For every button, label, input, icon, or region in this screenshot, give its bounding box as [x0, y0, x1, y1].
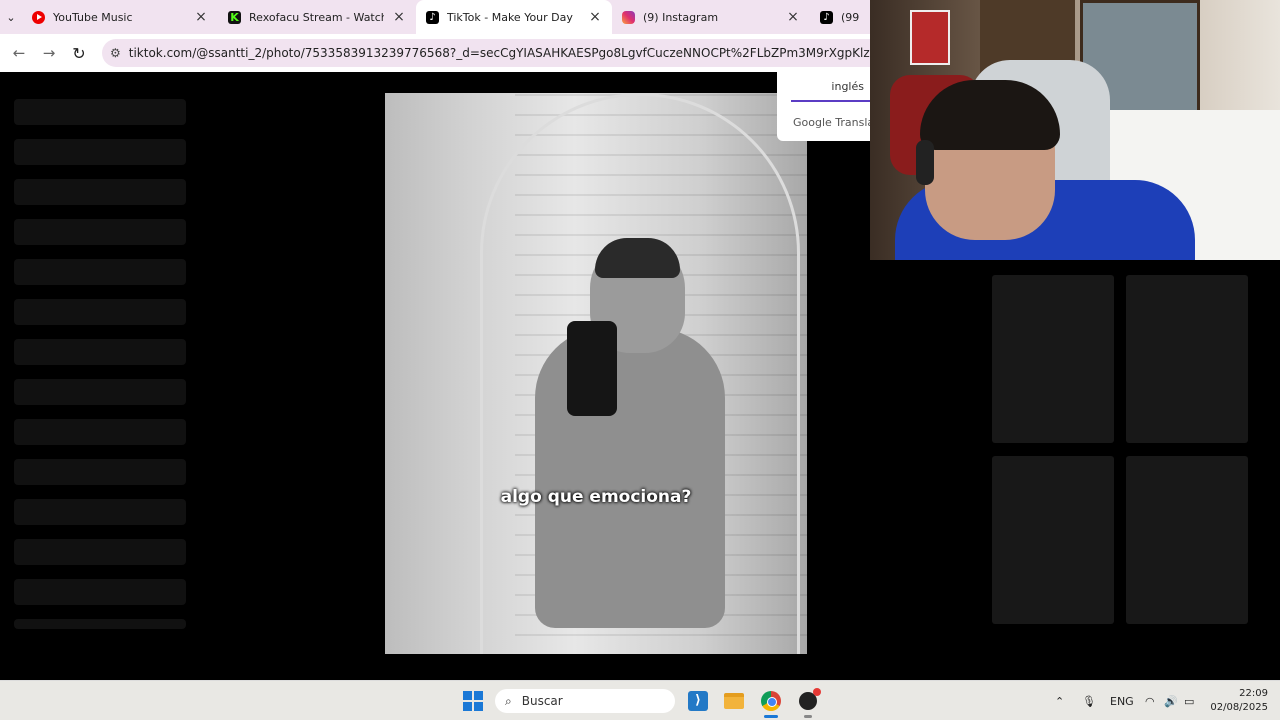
close-icon[interactable]: × — [392, 9, 406, 25]
sidebar-skeleton — [14, 379, 186, 405]
app-button[interactable] — [797, 688, 821, 713]
file-explorer-button[interactable] — [723, 689, 745, 713]
sidebar-skeleton — [14, 419, 186, 445]
tab-search-button[interactable]: ⌄ — [0, 0, 22, 34]
search-icon: ⌕ — [505, 693, 512, 708]
sidebar-skeleton — [14, 219, 186, 245]
close-icon[interactable]: × — [588, 9, 602, 25]
input-language[interactable]: ENG — [1110, 689, 1134, 713]
sidebar-skeleton — [14, 259, 186, 285]
taskbar-search[interactable]: ⌕ Buscar — [495, 689, 675, 713]
tab-title: YouTube Music — [53, 10, 133, 24]
browser-toolbar: ← → ↻ ⚙ tiktok.com/@ssantti_2/photo/7533… — [0, 34, 870, 72]
show-hidden-icons[interactable]: ⌃ — [1055, 689, 1064, 713]
sidebar-skeleton — [14, 619, 186, 629]
tab-instagram[interactable]: (9) Instagram × — [612, 0, 810, 34]
url-text: tiktok.com/@ssantti_2/photo/753358391323… — [128, 46, 870, 60]
kick-icon: K — [228, 10, 241, 24]
tab-tiktok-2[interactable]: ♪ (99 — [810, 0, 870, 34]
sidebar-skeleton — [14, 99, 186, 125]
wall-poster — [910, 10, 950, 65]
tab-strip: ⌄ YouTube Music × K Rexofacu Stream - Wa… — [0, 0, 870, 34]
tab-title: (99 — [841, 10, 860, 24]
microphone-icon: 🎙 — [1082, 694, 1096, 708]
sidebar-skeleton — [14, 299, 186, 325]
translate-language[interactable]: inglés — [791, 78, 870, 102]
sidebar-skeleton — [14, 579, 186, 605]
open-app-indicator — [804, 715, 812, 718]
forward-button[interactable]: → — [34, 38, 64, 68]
sidebar-skeleton — [14, 459, 186, 485]
tab-tiktok[interactable]: ♪ TikTok - Make Your Day × — [416, 0, 612, 34]
post-photo[interactable]: algo que emociona? — [385, 93, 807, 654]
site-info-icon[interactable]: ⚙ — [110, 46, 121, 60]
tiktok-icon: ♪ — [426, 10, 439, 24]
chrome-button[interactable] — [760, 689, 782, 713]
start-button[interactable] — [462, 689, 484, 713]
vscode-button[interactable]: ⟩ — [687, 689, 709, 713]
microphone-indicator[interactable]: 🎙 — [1082, 689, 1096, 713]
tab-title: (9) Instagram — [643, 10, 719, 24]
translate-popup[interactable]: inglés Google Translate — [777, 72, 885, 141]
clock[interactable]: 22:09 02/08/2025 — [1208, 687, 1268, 715]
active-app-indicator — [764, 715, 778, 718]
network-indicator[interactable]: ◠ — [1145, 689, 1155, 713]
sidebar-skeleton — [14, 499, 186, 525]
sidebar-skeleton — [14, 179, 186, 205]
related-card[interactable] — [1126, 456, 1248, 624]
arrow-left-icon: ← — [12, 44, 26, 62]
chevron-down-icon: ⌄ — [6, 10, 16, 24]
tab-title: Rexofacu Stream - Watch Live o — [249, 10, 384, 24]
sidebar-skeleton — [14, 539, 186, 565]
search-placeholder: Buscar — [521, 694, 563, 708]
arrow-right-icon: → — [42, 44, 56, 62]
battery-icon: ▭ — [1184, 694, 1195, 708]
vscode-icon: ⟩ — [688, 691, 708, 711]
photo-caption: algo que emociona? — [500, 487, 692, 507]
address-bar[interactable]: ⚙ tiktok.com/@ssantti_2/photo/7533583913… — [102, 39, 870, 67]
screen: ⌄ YouTube Music × K Rexofacu Stream - Wa… — [0, 0, 1280, 720]
person-hoodie — [535, 328, 725, 628]
wifi-icon: ◠ — [1145, 694, 1155, 708]
tab-title: TikTok - Make Your Day — [447, 10, 573, 24]
chevron-up-icon: ⌃ — [1055, 694, 1065, 708]
back-button[interactable]: ← — [4, 38, 34, 68]
headset — [916, 140, 934, 185]
phone — [567, 321, 617, 416]
clock-date: 02/08/2025 — [1210, 702, 1268, 713]
close-icon[interactable]: × — [194, 9, 208, 25]
person-hair — [595, 238, 680, 278]
webcam-overlay — [870, 0, 1280, 260]
sidebar-skeleton — [14, 139, 186, 165]
reload-icon: ↻ — [72, 43, 86, 63]
speaker-icon: 🔊 — [1164, 694, 1178, 708]
reload-button[interactable]: ↻ — [64, 38, 94, 68]
battery-indicator[interactable]: ▭ — [1184, 689, 1194, 713]
related-card[interactable] — [992, 275, 1114, 443]
related-card[interactable] — [1126, 275, 1248, 443]
app-icon — [799, 688, 821, 710]
taskbar: ⌕ Buscar ⟩ ⌃ 🎙 ENG ◠ 🔊 ▭ 22:09 02/08/202… — [0, 680, 1280, 720]
sidebar-skeleton — [14, 339, 186, 365]
tiktok-icon: ♪ — [820, 10, 833, 24]
close-icon[interactable]: × — [786, 9, 800, 25]
person-hair — [920, 80, 1060, 150]
instagram-icon — [622, 10, 635, 24]
chrome-icon — [761, 691, 781, 711]
youtube-music-icon — [32, 10, 45, 24]
tab-kick-stream[interactable]: K Rexofacu Stream - Watch Live o × — [218, 0, 416, 34]
related-card[interactable] — [992, 456, 1114, 624]
tab-youtube-music[interactable]: YouTube Music × — [22, 0, 218, 34]
windows-icon — [463, 691, 483, 711]
clock-time: 22:09 — [1239, 688, 1268, 699]
volume-indicator[interactable]: 🔊 — [1164, 689, 1178, 713]
folder-icon — [724, 693, 744, 709]
